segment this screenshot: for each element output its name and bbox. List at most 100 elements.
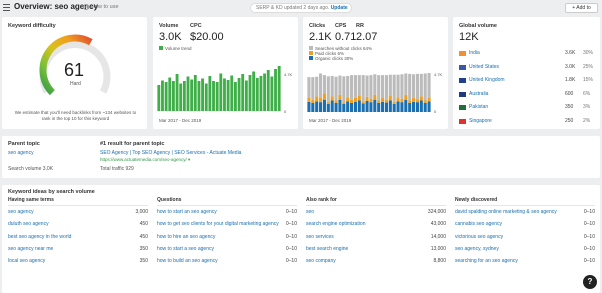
how-to-use-label: How to use bbox=[91, 4, 119, 10]
keyword-row: seo company 8,800 bbox=[306, 258, 446, 270]
clicks-bar-segment bbox=[408, 102, 412, 112]
keyword-link[interactable]: seo agency near me bbox=[8, 246, 53, 252]
keyword-link[interactable]: seo agency bbox=[8, 209, 34, 215]
clicks-bar-segment bbox=[365, 96, 369, 101]
clicks-bar-segment bbox=[319, 98, 323, 103]
keyword-link[interactable]: search engine optimization bbox=[306, 221, 365, 227]
clicks-bar-segment bbox=[322, 99, 326, 112]
how-to-use-link[interactable]: ▸ How to use bbox=[83, 4, 119, 10]
volume-bar bbox=[259, 76, 263, 111]
play-icon: ▸ bbox=[83, 4, 89, 10]
clicks-bar-segment bbox=[381, 101, 385, 112]
clicks-bar-segment bbox=[419, 100, 423, 112]
clicks-bar-segment bbox=[361, 101, 365, 104]
ideas-column-title: Newly discovered bbox=[455, 197, 595, 206]
menu-icon[interactable] bbox=[3, 4, 10, 11]
keyword-row: search engine optimization 43,000 bbox=[306, 221, 446, 233]
keyword-link[interactable]: how to get seo clients for your digital … bbox=[157, 221, 279, 227]
country-name: Pakistan bbox=[469, 104, 489, 110]
keyword-link[interactable]: david spalding online marketing & seo ag… bbox=[455, 209, 557, 215]
volume-bar bbox=[208, 76, 212, 111]
clicks-bar-segment bbox=[396, 97, 400, 102]
clicks-bar-segment bbox=[338, 75, 342, 95]
clicks-bar-segment bbox=[384, 75, 388, 100]
clicks-bar-segment bbox=[384, 102, 388, 112]
volume-bar bbox=[233, 82, 237, 111]
keyword-volume: 13,000 bbox=[430, 245, 446, 252]
clicks-bar-segment bbox=[423, 100, 427, 103]
clicks-bar-segment bbox=[415, 102, 419, 112]
clicks-bar-segment bbox=[408, 100, 412, 103]
keyword-link[interactable]: how to build an seo agency bbox=[157, 258, 218, 264]
global-volume-label: Global volume bbox=[459, 23, 497, 29]
kd-label: Keyword difficulty bbox=[8, 23, 56, 29]
volume-bar bbox=[201, 78, 205, 111]
country-flag-icon bbox=[459, 78, 466, 83]
clicks-bar-segment bbox=[384, 99, 388, 103]
keyword-link[interactable]: best seo agency in the world bbox=[8, 234, 71, 240]
country-row[interactable]: Singapore 250 2% bbox=[459, 118, 597, 128]
country-row[interactable]: United Kingdom 1.8K 15% bbox=[459, 77, 597, 87]
help-button[interactable]: ? bbox=[583, 275, 597, 289]
ideas-column: Also rank for seo 324,000 search engine opt… bbox=[306, 197, 446, 270]
parent-topic-link[interactable]: seo agency bbox=[8, 150, 34, 156]
keyword-link[interactable]: how to start a seo agency bbox=[157, 246, 214, 252]
keyword-link[interactable]: victorious seo agency bbox=[455, 234, 503, 240]
clicks-bar-segment bbox=[338, 99, 342, 112]
volume-bar bbox=[182, 81, 186, 111]
keyword-volume: 0–10 bbox=[285, 233, 297, 240]
keyword-row: cannabis seo agency 0–10 bbox=[455, 221, 595, 233]
clicks-date-range: Mar 2017 - Dec 2019 bbox=[309, 118, 352, 123]
clicks-bar-segment bbox=[392, 74, 396, 102]
clicks-bar-segment bbox=[377, 100, 381, 103]
keyword-link[interactable]: seo bbox=[306, 209, 314, 215]
clicks-y-zero: 0 bbox=[434, 109, 437, 114]
volume-label: Volume bbox=[159, 23, 179, 29]
country-name: Australia bbox=[469, 90, 489, 97]
clicks-bar-segment bbox=[307, 101, 311, 112]
clicks-bar-segment bbox=[326, 76, 330, 102]
country-volume: 600 bbox=[565, 90, 574, 97]
clicks-bar-segment bbox=[342, 102, 346, 104]
update-link[interactable]: Update bbox=[331, 5, 348, 11]
country-row[interactable]: United States 3.0K 25% bbox=[459, 64, 597, 74]
country-volume: 1.8K bbox=[565, 77, 576, 83]
clicks-bar-segment bbox=[350, 75, 354, 100]
keyword-link[interactable]: how to start an seo agency bbox=[157, 209, 217, 215]
keyword-ideas-label: Keyword ideas by search volume bbox=[8, 189, 95, 195]
keyword-link[interactable]: best search engine bbox=[306, 246, 348, 252]
keyword-link[interactable]: how to hire an seo agency bbox=[157, 234, 215, 240]
cpc-value: $20.00 bbox=[190, 31, 224, 43]
volume-bar bbox=[212, 81, 215, 111]
keyword-link[interactable]: searching for an seo agency bbox=[455, 258, 518, 264]
volume-bar bbox=[266, 70, 270, 111]
clicks-bar-segment bbox=[365, 100, 369, 112]
country-row[interactable]: India 3.6K 30% bbox=[459, 50, 597, 60]
clicks-bar-segment bbox=[315, 96, 319, 102]
keyword-link[interactable]: local seo agency bbox=[8, 258, 45, 264]
clicks-bar-segment bbox=[319, 102, 323, 112]
country-volume: 250 bbox=[565, 117, 574, 124]
country-row[interactable]: Australia 600 6% bbox=[459, 91, 597, 101]
volume-bar bbox=[175, 74, 179, 111]
keyword-link[interactable]: seo services bbox=[306, 234, 334, 240]
keyword-link[interactable]: duluth seo agency bbox=[8, 221, 49, 227]
keyword-link[interactable]: seo company bbox=[306, 258, 336, 264]
country-percent: 30% bbox=[583, 50, 594, 56]
clicks-bar-segment bbox=[330, 100, 334, 112]
volume-bar bbox=[157, 85, 161, 111]
add-to-button[interactable]: + Add to bbox=[565, 3, 598, 13]
keyword-link[interactable]: cannabis seo agency bbox=[455, 221, 502, 227]
country-row[interactable]: Pakistan 350 3% bbox=[459, 104, 597, 114]
volume-bar bbox=[219, 73, 223, 111]
volume-bar bbox=[190, 79, 194, 111]
parent-result-url[interactable]: https://www.actuatemedia.com/seo-agency/… bbox=[100, 157, 190, 163]
clicks-bar-segment bbox=[330, 75, 334, 97]
keyword-link[interactable]: seo agency, sydney bbox=[455, 246, 499, 252]
keyword-row: how to hire an seo agency 0–10 bbox=[157, 234, 297, 246]
clicks-bar-segment bbox=[415, 73, 419, 100]
clicks-bar-segment bbox=[338, 94, 342, 100]
parent-result-title[interactable]: SEO Agency | Top SEO Agency | SEO Servic… bbox=[100, 150, 241, 156]
clicks-label: Clicks bbox=[309, 23, 326, 29]
clicks-bar-segment bbox=[369, 102, 373, 112]
